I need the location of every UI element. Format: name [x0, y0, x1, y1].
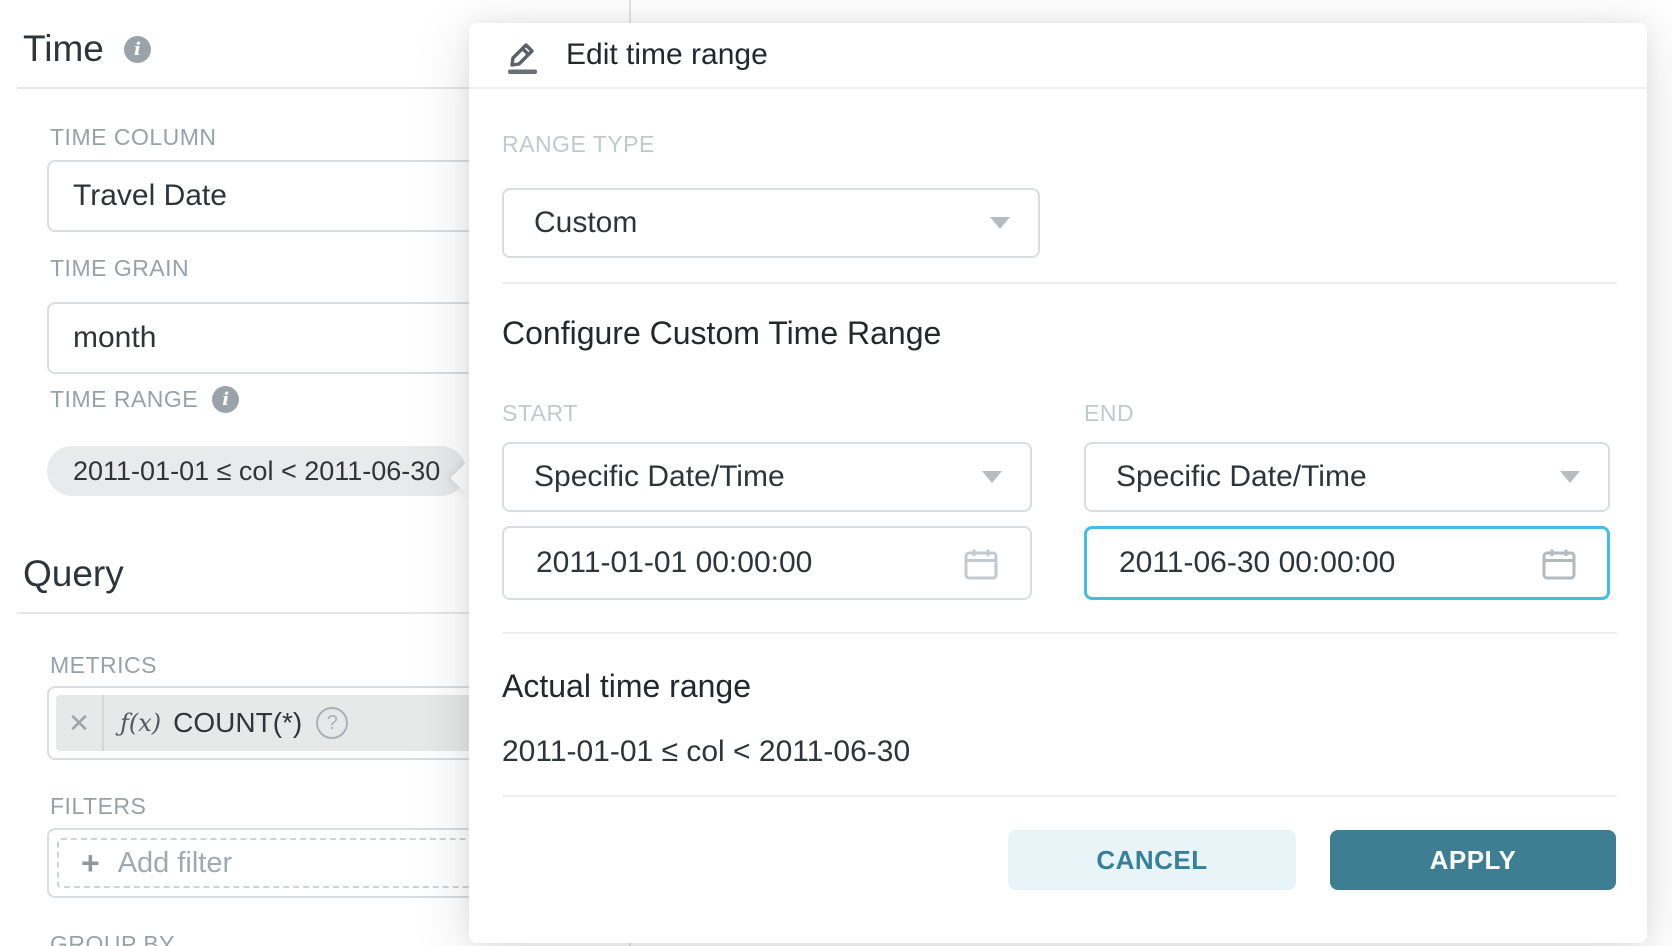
group-by-label: GROUP BY: [50, 931, 175, 946]
function-fx-icon: ƒ(x): [120, 709, 161, 737]
metric-chip-label: COUNT(*): [173, 707, 302, 739]
help-question-icon[interactable]: ?: [316, 707, 348, 739]
range-type-label: RANGE TYPE: [502, 131, 655, 158]
edit-pencil-icon: [502, 34, 544, 76]
dropdown-caret-icon: [990, 217, 1010, 229]
range-type-value: Custom: [534, 206, 637, 240]
end-mode-select[interactable]: Specific Date/Time: [1084, 442, 1610, 512]
configure-heading: Configure Custom Time Range: [502, 315, 941, 352]
time-range-label: TIME RANGE: [50, 386, 198, 413]
end-datetime-input[interactable]: [1084, 526, 1610, 600]
popover-divider: [502, 282, 1617, 284]
time-section-header: Time i: [23, 28, 151, 70]
popover-divider: [502, 632, 1617, 634]
edit-time-range-popover: Edit time range RANGE TYPE Custom Config…: [469, 23, 1647, 943]
actual-time-range-heading: Actual time range: [502, 668, 751, 705]
time-grain-label: TIME GRAIN: [50, 255, 189, 282]
remove-x-icon[interactable]: ✕: [56, 695, 104, 751]
time-grain-value: month: [73, 321, 156, 355]
apply-button[interactable]: APPLY: [1330, 830, 1616, 890]
end-mode-value: Specific Date/Time: [1116, 460, 1367, 494]
time-range-pill[interactable]: 2011-01-01 ≤ col < 2011-06-30: [47, 446, 466, 496]
metrics-label: METRICS: [50, 652, 157, 679]
popover-header: Edit time range: [469, 23, 1647, 89]
time-section-title: Time: [23, 28, 104, 70]
popover-title: Edit time range: [566, 38, 768, 72]
time-column-label: TIME COLUMN: [50, 124, 217, 151]
range-type-select[interactable]: Custom: [502, 188, 1040, 258]
dropdown-caret-icon: [982, 471, 1002, 483]
dropdown-caret-icon: [1560, 471, 1580, 483]
calendar-icon[interactable]: [1542, 548, 1576, 585]
cancel-button[interactable]: CANCEL: [1008, 830, 1296, 890]
popover-divider: [502, 795, 1617, 797]
start-mode-value: Specific Date/Time: [534, 460, 785, 494]
time-column-value: Travel Date: [73, 179, 227, 213]
start-datetime-input[interactable]: [502, 526, 1032, 600]
actual-time-range-value: 2011-01-01 ≤ col < 2011-06-30: [502, 735, 910, 769]
plus-icon: +: [81, 847, 100, 879]
explore-page: Time i TIME COLUMN Travel Date TIME GRAI…: [0, 0, 1672, 946]
start-label: START: [502, 400, 578, 427]
end-label: END: [1084, 400, 1134, 427]
filters-label: FILTERS: [50, 793, 146, 820]
time-range-header: TIME RANGE i: [50, 386, 239, 413]
info-icon[interactable]: i: [212, 386, 239, 413]
add-filter-label: Add filter: [118, 847, 232, 880]
calendar-icon[interactable]: [964, 548, 998, 585]
query-section-title: Query: [23, 553, 124, 595]
start-mode-select[interactable]: Specific Date/Time: [502, 442, 1032, 512]
info-icon[interactable]: i: [124, 36, 151, 63]
